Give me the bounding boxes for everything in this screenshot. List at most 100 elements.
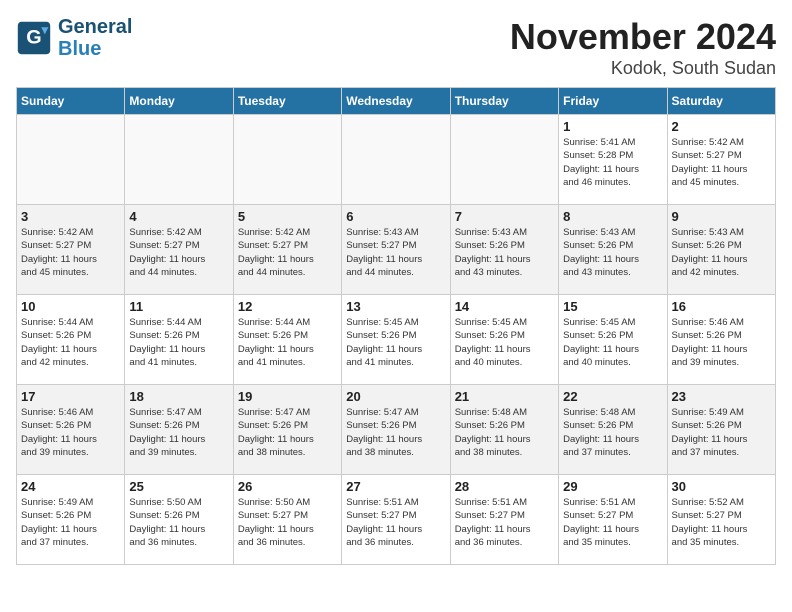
day-number: 4	[129, 209, 228, 224]
calendar-cell: 3 Sunrise: 5:42 AM Sunset: 5:27 PM Daylig…	[17, 205, 125, 295]
day-number: 18	[129, 389, 228, 404]
day-info: Sunrise: 5:48 AM Sunset: 5:26 PM Dayligh…	[563, 406, 662, 459]
day-number: 11	[129, 299, 228, 314]
calendar-cell: 19 Sunrise: 5:47 AM Sunset: 5:26 PM Dayli…	[233, 385, 341, 475]
calendar-cell: 20 Sunrise: 5:47 AM Sunset: 5:26 PM Dayli…	[342, 385, 450, 475]
day-info: Sunrise: 5:51 AM Sunset: 5:27 PM Dayligh…	[563, 496, 662, 549]
calendar-cell	[450, 115, 558, 205]
calendar-cell: 28 Sunrise: 5:51 AM Sunset: 5:27 PM Dayli…	[450, 475, 558, 565]
calendar-cell: 26 Sunrise: 5:50 AM Sunset: 5:27 PM Dayli…	[233, 475, 341, 565]
day-number: 16	[672, 299, 771, 314]
calendar-table: SundayMondayTuesdayWednesdayThursdayFrid…	[16, 87, 776, 565]
day-number: 21	[455, 389, 554, 404]
day-number: 20	[346, 389, 445, 404]
day-number: 8	[563, 209, 662, 224]
day-number: 2	[672, 119, 771, 134]
calendar-cell: 24 Sunrise: 5:49 AM Sunset: 5:26 PM Dayli…	[17, 475, 125, 565]
day-number: 23	[672, 389, 771, 404]
day-number: 10	[21, 299, 120, 314]
day-number: 25	[129, 479, 228, 494]
day-info: Sunrise: 5:46 AM Sunset: 5:26 PM Dayligh…	[21, 406, 120, 459]
calendar-cell: 9Sunrise: 5:43 AM Sunset: 5:26 PM Daylig…	[667, 205, 775, 295]
day-info: Sunrise: 5:52 AM Sunset: 5:27 PM Dayligh…	[672, 496, 771, 549]
calendar-cell: 6 Sunrise: 5:43 AM Sunset: 5:27 PM Daylig…	[342, 205, 450, 295]
day-info: Sunrise: 5:49 AM Sunset: 5:26 PM Dayligh…	[21, 496, 120, 549]
calendar-cell: 18 Sunrise: 5:47 AM Sunset: 5:26 PM Dayli…	[125, 385, 233, 475]
day-info: Sunrise: 5:44 AM Sunset: 5:26 PM Dayligh…	[238, 316, 337, 369]
day-info: Sunrise: 5:44 AM Sunset: 5:26 PM Dayligh…	[129, 316, 228, 369]
calendar-cell: 12Sunrise: 5:44 AM Sunset: 5:26 PM Dayli…	[233, 295, 341, 385]
day-info: Sunrise: 5:42 AM Sunset: 5:27 PM Dayligh…	[238, 226, 337, 279]
day-info: Sunrise: 5:45 AM Sunset: 5:26 PM Dayligh…	[455, 316, 554, 369]
calendar-cell: 16 Sunrise: 5:46 AM Sunset: 5:26 PM Dayli…	[667, 295, 775, 385]
calendar-cell: 15 Sunrise: 5:45 AM Sunset: 5:26 PM Dayli…	[559, 295, 667, 385]
weekday-header-saturday: Saturday	[667, 88, 775, 115]
calendar-cell: 13Sunrise: 5:45 AM Sunset: 5:26 PM Dayli…	[342, 295, 450, 385]
page-header: G General Blue November 2024 Kodok, Sout…	[16, 16, 776, 79]
day-number: 26	[238, 479, 337, 494]
day-number: 17	[21, 389, 120, 404]
day-number: 19	[238, 389, 337, 404]
logo-icon: G	[16, 20, 52, 56]
day-number: 3	[21, 209, 120, 224]
day-info: Sunrise: 5:43 AM Sunset: 5:27 PM Dayligh…	[346, 226, 445, 279]
week-row-4: 17 Sunrise: 5:46 AM Sunset: 5:26 PM Dayli…	[17, 385, 776, 475]
day-number: 28	[455, 479, 554, 494]
day-info: Sunrise: 5:43 AM Sunset: 5:26 PM Dayligh…	[563, 226, 662, 279]
weekday-header-thursday: Thursday	[450, 88, 558, 115]
calendar-cell	[125, 115, 233, 205]
day-info: Sunrise: 5:44 AM Sunset: 5:26 PM Dayligh…	[21, 316, 120, 369]
month-title: November 2024	[510, 16, 776, 58]
day-number: 22	[563, 389, 662, 404]
day-info: Sunrise: 5:51 AM Sunset: 5:27 PM Dayligh…	[346, 496, 445, 549]
day-number: 14	[455, 299, 554, 314]
day-info: Sunrise: 5:47 AM Sunset: 5:26 PM Dayligh…	[346, 406, 445, 459]
logo-text: General Blue	[58, 16, 132, 60]
day-info: Sunrise: 5:47 AM Sunset: 5:26 PM Dayligh…	[129, 406, 228, 459]
calendar-cell: 29 Sunrise: 5:51 AM Sunset: 5:27 PM Dayli…	[559, 475, 667, 565]
day-info: Sunrise: 5:42 AM Sunset: 5:27 PM Dayligh…	[129, 226, 228, 279]
location-title: Kodok, South Sudan	[510, 58, 776, 79]
calendar-cell: 4 Sunrise: 5:42 AM Sunset: 5:27 PM Daylig…	[125, 205, 233, 295]
calendar-cell: 5 Sunrise: 5:42 AM Sunset: 5:27 PM Daylig…	[233, 205, 341, 295]
calendar-cell: 22 Sunrise: 5:48 AM Sunset: 5:26 PM Dayli…	[559, 385, 667, 475]
day-info: Sunrise: 5:50 AM Sunset: 5:27 PM Dayligh…	[238, 496, 337, 549]
day-info: Sunrise: 5:47 AM Sunset: 5:26 PM Dayligh…	[238, 406, 337, 459]
weekday-header-tuesday: Tuesday	[233, 88, 341, 115]
day-number: 9	[672, 209, 771, 224]
calendar-cell: 25 Sunrise: 5:50 AM Sunset: 5:26 PM Dayli…	[125, 475, 233, 565]
day-info: Sunrise: 5:48 AM Sunset: 5:26 PM Dayligh…	[455, 406, 554, 459]
day-info: Sunrise: 5:46 AM Sunset: 5:26 PM Dayligh…	[672, 316, 771, 369]
calendar-cell: 30 Sunrise: 5:52 AM Sunset: 5:27 PM Dayli…	[667, 475, 775, 565]
day-number: 13	[346, 299, 445, 314]
logo: G General Blue	[16, 16, 132, 60]
day-number: 15	[563, 299, 662, 314]
day-number: 29	[563, 479, 662, 494]
calendar-cell: 27Sunrise: 5:51 AM Sunset: 5:27 PM Dayli…	[342, 475, 450, 565]
title-area: November 2024 Kodok, South Sudan	[510, 16, 776, 79]
calendar-cell	[233, 115, 341, 205]
calendar-cell: 1 Sunrise: 5:41 AM Sunset: 5:28 PM Daylig…	[559, 115, 667, 205]
calendar-cell: 17 Sunrise: 5:46 AM Sunset: 5:26 PM Dayli…	[17, 385, 125, 475]
weekday-header-row: SundayMondayTuesdayWednesdayThursdayFrid…	[17, 88, 776, 115]
day-number: 24	[21, 479, 120, 494]
day-info: Sunrise: 5:42 AM Sunset: 5:27 PM Dayligh…	[21, 226, 120, 279]
day-info: Sunrise: 5:50 AM Sunset: 5:26 PM Dayligh…	[129, 496, 228, 549]
week-row-5: 24 Sunrise: 5:49 AM Sunset: 5:26 PM Dayli…	[17, 475, 776, 565]
calendar-cell: 10 Sunrise: 5:44 AM Sunset: 5:26 PM Dayli…	[17, 295, 125, 385]
day-info: Sunrise: 5:51 AM Sunset: 5:27 PM Dayligh…	[455, 496, 554, 549]
day-number: 5	[238, 209, 337, 224]
weekday-header-friday: Friday	[559, 88, 667, 115]
day-info: Sunrise: 5:45 AM Sunset: 5:26 PM Dayligh…	[563, 316, 662, 369]
day-info: Sunrise: 5:43 AM Sunset: 5:26 PM Dayligh…	[455, 226, 554, 279]
day-number: 7	[455, 209, 554, 224]
week-row-1: 1 Sunrise: 5:41 AM Sunset: 5:28 PM Daylig…	[17, 115, 776, 205]
day-number: 30	[672, 479, 771, 494]
day-info: Sunrise: 5:42 AM Sunset: 5:27 PM Dayligh…	[672, 136, 771, 189]
calendar-cell: 11 Sunrise: 5:44 AM Sunset: 5:26 PM Dayli…	[125, 295, 233, 385]
day-info: Sunrise: 5:41 AM Sunset: 5:28 PM Dayligh…	[563, 136, 662, 189]
day-number: 1	[563, 119, 662, 134]
calendar-cell	[17, 115, 125, 205]
day-number: 6	[346, 209, 445, 224]
week-row-3: 10 Sunrise: 5:44 AM Sunset: 5:26 PM Dayli…	[17, 295, 776, 385]
